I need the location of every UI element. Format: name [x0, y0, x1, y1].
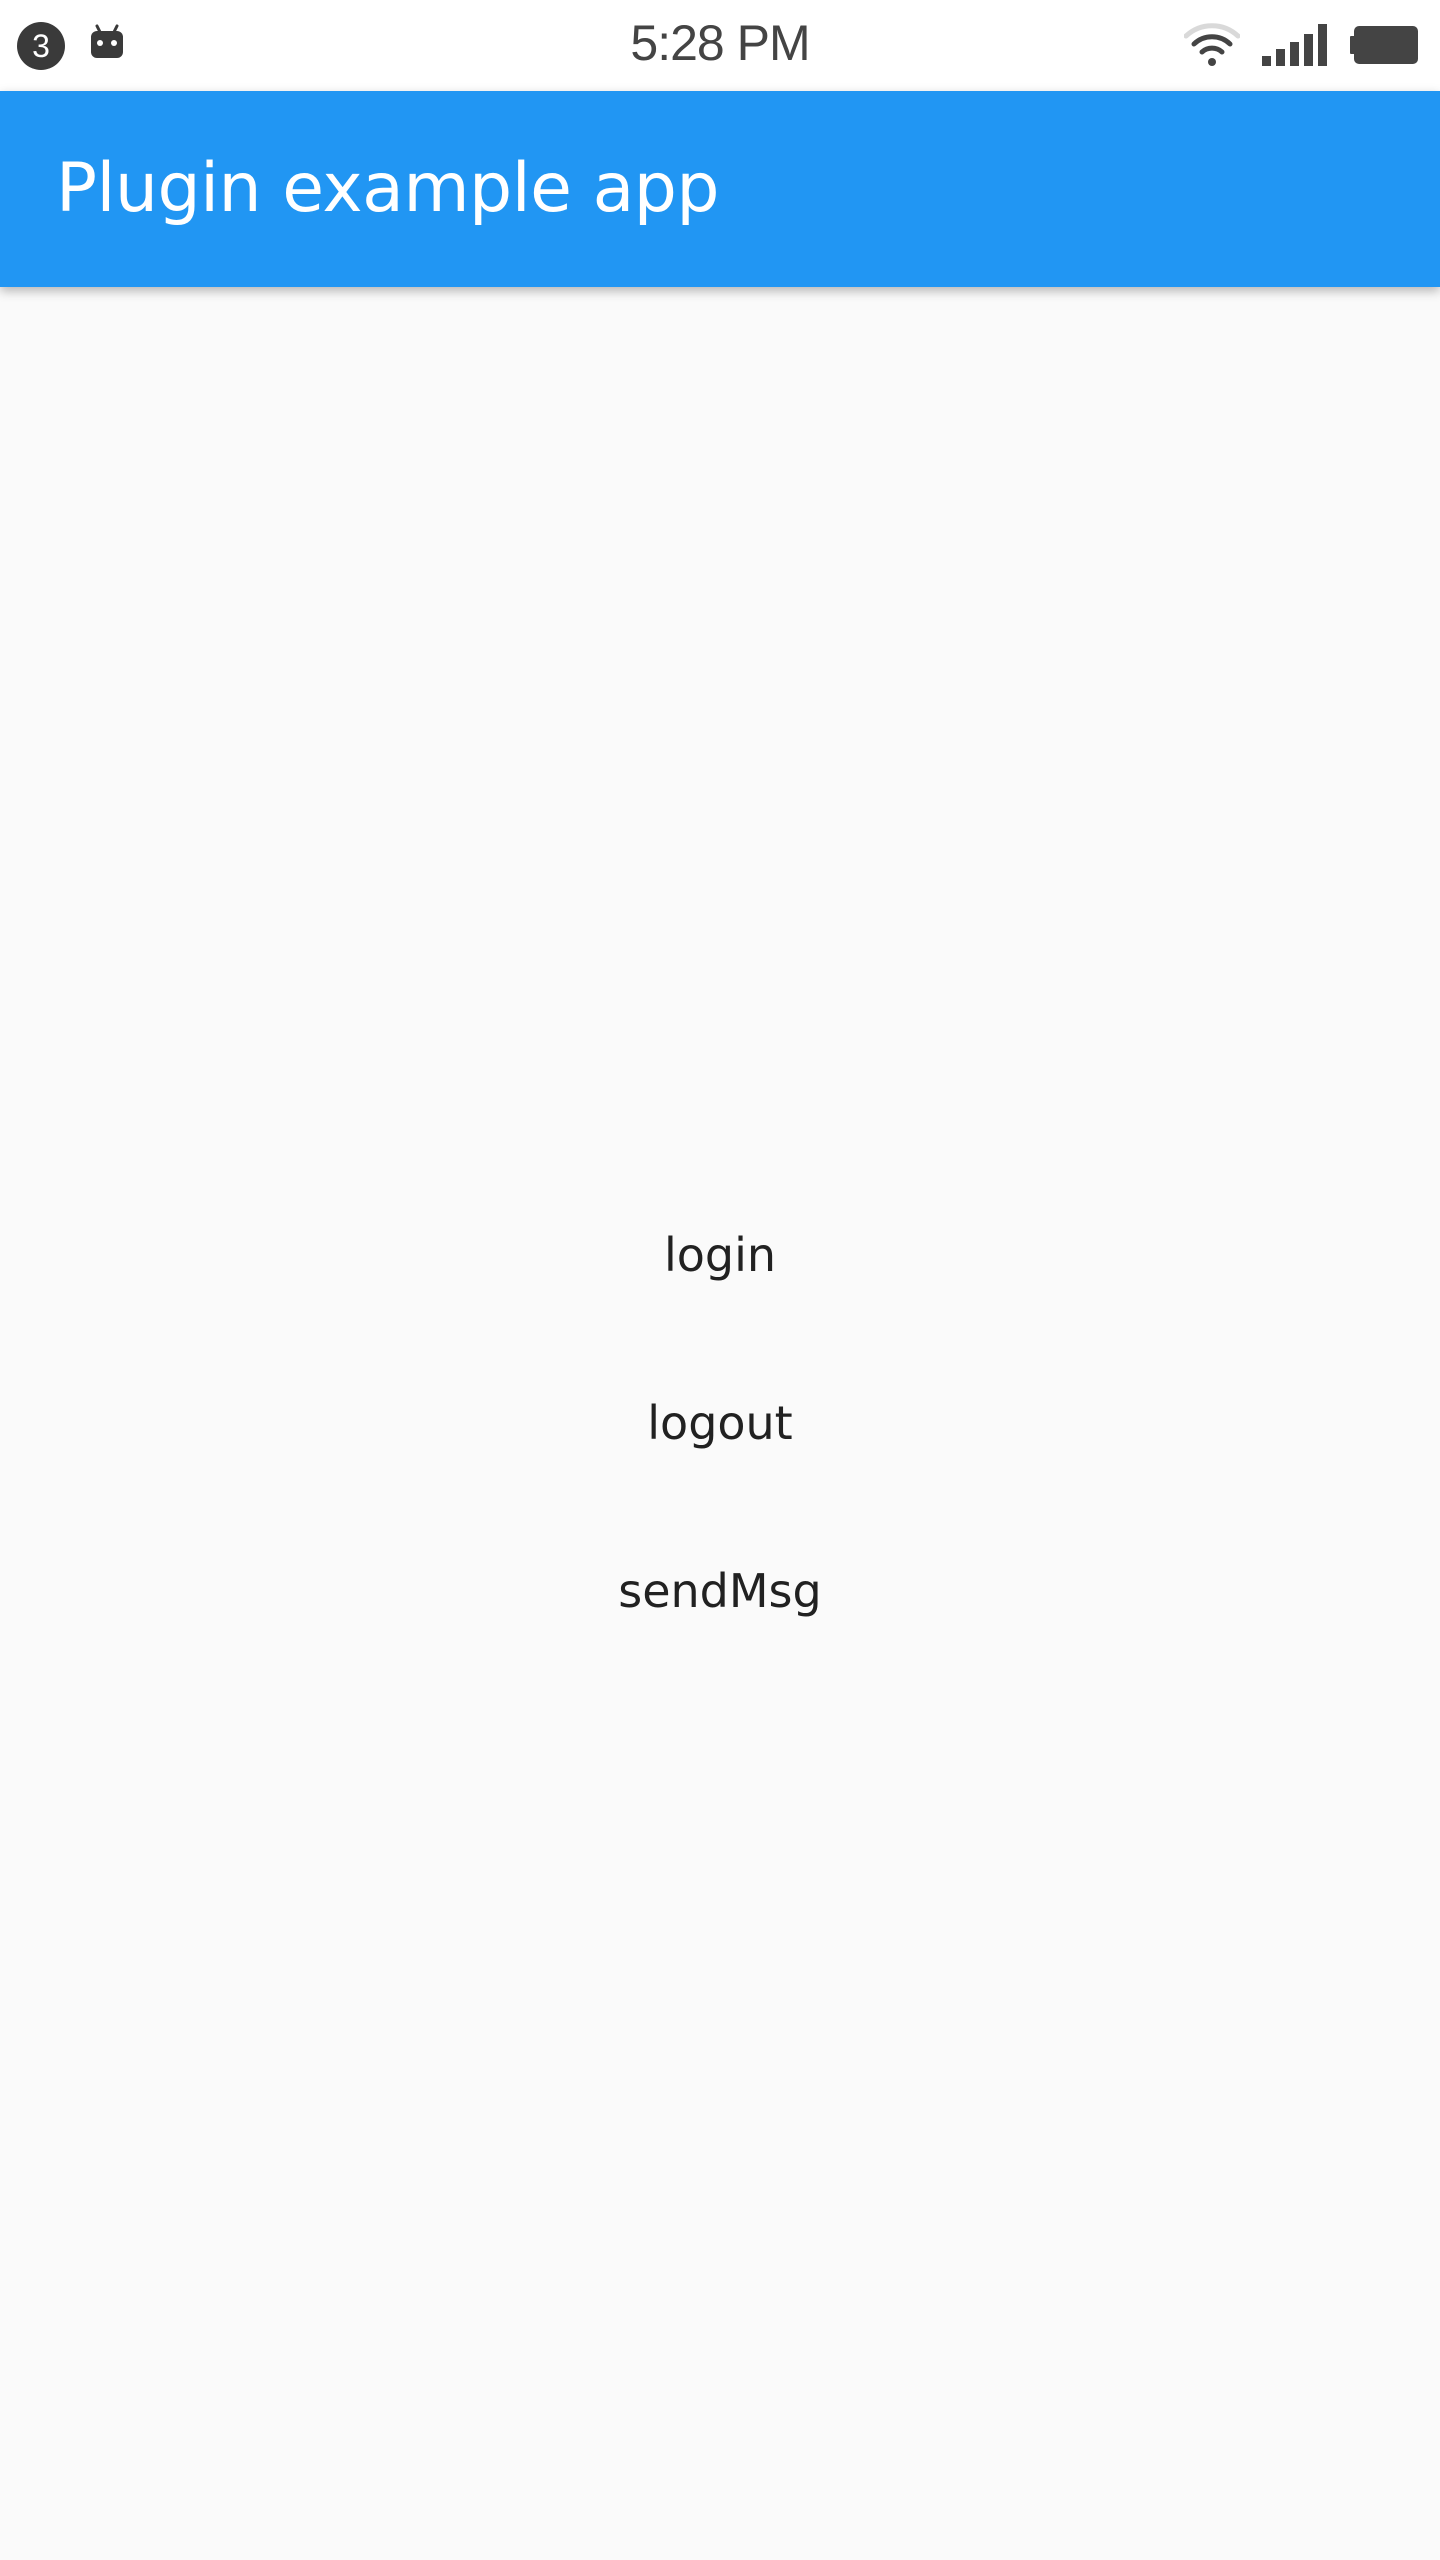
send-message-button[interactable]: sendMsg [520, 1521, 920, 1661]
app-title: Plugin example app [56, 149, 720, 228]
battery-icon [1350, 26, 1418, 64]
login-button[interactable]: login [520, 1185, 920, 1325]
main-content: login logout sendMsg [0, 287, 1440, 2560]
signal-icon [1262, 24, 1327, 66]
logout-button[interactable]: logout [520, 1353, 920, 1493]
wifi-icon [1184, 23, 1240, 66]
app-bar: Plugin example app [0, 91, 1440, 287]
status-bar: 3 5:28 PM [0, 0, 1440, 91]
status-right [1184, 20, 1418, 70]
